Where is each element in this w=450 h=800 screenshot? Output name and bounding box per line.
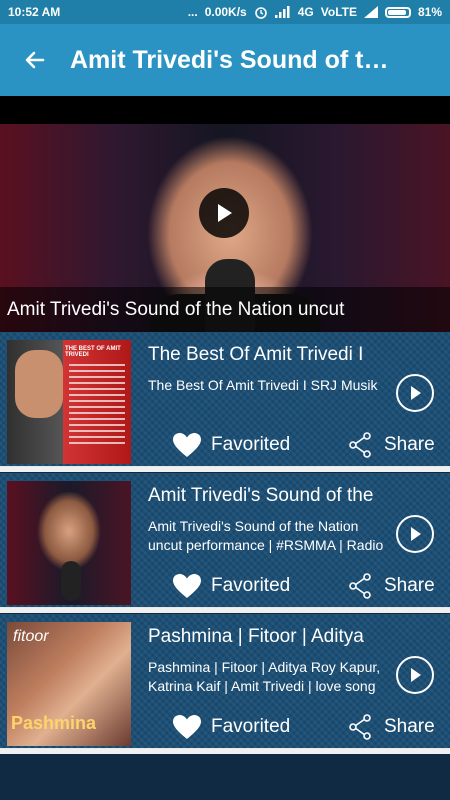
status-time: 10:52 AM bbox=[8, 5, 61, 19]
play-icon bbox=[218, 204, 232, 222]
thumbnail-mic bbox=[61, 561, 81, 601]
video-item-description: Amit Trivedi's Sound of the Nation uncut… bbox=[148, 518, 384, 553]
video-item-title: Amit Trivedi's Sound of the bbox=[148, 485, 374, 506]
volte-label: VoLTE bbox=[320, 5, 357, 19]
favorite-label: Favorited bbox=[211, 716, 291, 737]
list-item[interactable]: Amit Trivedi's Sound of the Amit Trivedi… bbox=[0, 473, 450, 613]
thumbnail-face bbox=[15, 350, 63, 418]
alarm-icon bbox=[254, 7, 267, 19]
video-list: THE BEST OF AMIT TRIVEDI The Best Of Ami… bbox=[0, 332, 450, 755]
play-icon bbox=[411, 386, 421, 400]
share-label: Share bbox=[384, 716, 435, 737]
wifi-icon bbox=[363, 6, 378, 18]
back-arrow-icon bbox=[25, 51, 45, 69]
video-item-description: The Best Of Amit Trivedi I SRJ Musik bbox=[148, 377, 378, 393]
play-button[interactable] bbox=[396, 374, 434, 412]
play-button[interactable] bbox=[396, 515, 434, 553]
status-icons: ... 0.00K/s 4G VoLTE 81% bbox=[188, 5, 442, 19]
video-title: Amit Trivedi's Sound of the Nation uncut bbox=[0, 287, 450, 332]
favorite-button[interactable]: Favorited bbox=[172, 573, 290, 599]
share-button[interactable]: Share bbox=[348, 432, 435, 458]
heart-icon bbox=[173, 574, 201, 598]
status-bar: 10:52 AM ... 0.00K/s 4G VoLTE 81% bbox=[0, 0, 450, 24]
signal-icon bbox=[274, 6, 290, 18]
video-thumbnail[interactable]: fitoor Pashmina bbox=[7, 622, 131, 746]
battery-percent: 81% bbox=[417, 5, 442, 19]
share-button[interactable]: Share bbox=[348, 714, 435, 740]
video-letterbox bbox=[0, 96, 450, 124]
play-icon bbox=[411, 527, 421, 541]
share-icon bbox=[349, 714, 371, 740]
video-item-description: Pashmina | Fitoor | Aditya Roy Kapur, Ka… bbox=[148, 659, 381, 694]
video-thumbnail[interactable] bbox=[7, 481, 131, 605]
play-icon bbox=[411, 668, 421, 682]
favorite-label: Favorited bbox=[211, 434, 291, 455]
favorite-button[interactable]: Favorited bbox=[172, 432, 290, 458]
play-button[interactable] bbox=[396, 656, 434, 694]
favorite-button[interactable]: Favorited bbox=[172, 714, 290, 740]
favorite-label: Favorited bbox=[211, 575, 291, 596]
page-title: Amit Trivedi's Sound of the Nation uncut bbox=[70, 45, 400, 74]
share-label: Share bbox=[384, 434, 435, 455]
heart-icon bbox=[173, 433, 201, 457]
thumbnail-tracklist bbox=[69, 364, 125, 444]
share-label: Share bbox=[384, 575, 435, 596]
list-item[interactable]: fitoor Pashmina Pashmina | Fitoor | Adit… bbox=[0, 614, 450, 754]
video-item-title: Pashmina | Fitoor | Aditya bbox=[148, 626, 364, 647]
status-dots: ... bbox=[187, 5, 198, 19]
thumbnail-title: Pashmina bbox=[11, 713, 97, 733]
video-thumbnail[interactable]: THE BEST OF AMIT TRIVEDI bbox=[7, 340, 131, 464]
share-button[interactable]: Share bbox=[348, 573, 435, 599]
thumbnail-logo: fitoor bbox=[13, 628, 49, 645]
app-bar: Amit Trivedi's Sound of the Nation uncut bbox=[0, 24, 450, 96]
share-icon bbox=[349, 573, 371, 599]
share-icon bbox=[349, 432, 371, 458]
video-item-title: The Best Of Amit Trivedi I bbox=[148, 344, 364, 365]
heart-icon bbox=[173, 715, 201, 739]
thumbnail-header: THE BEST OF AMIT TRIVEDI bbox=[65, 346, 121, 358]
network-type: 4G bbox=[297, 5, 314, 19]
back-button[interactable] bbox=[0, 24, 70, 96]
battery-icon bbox=[384, 6, 411, 18]
battery-fill bbox=[387, 9, 406, 15]
list-item[interactable]: THE BEST OF AMIT TRIVEDI The Best Of Ami… bbox=[0, 332, 450, 472]
play-video-button[interactable] bbox=[199, 188, 249, 238]
video-player[interactable]: Amit Trivedi's Sound of the Nation uncut bbox=[0, 124, 450, 332]
network-speed: 0.00K/s bbox=[204, 5, 247, 19]
